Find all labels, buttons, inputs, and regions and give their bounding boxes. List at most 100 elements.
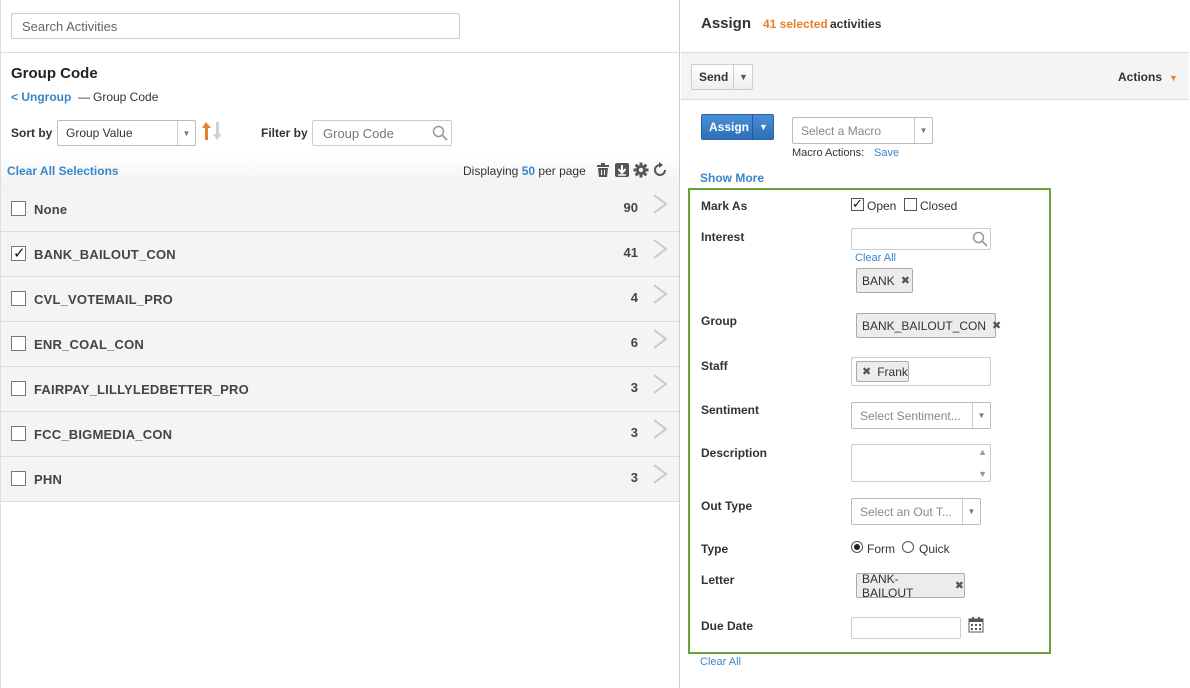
chevron-right-icon[interactable] (652, 463, 668, 485)
send-label: Send (699, 70, 729, 84)
divider (0, 52, 680, 53)
chevron-right-icon[interactable] (652, 373, 668, 395)
sentiment-placeholder: Select Sentiment... (860, 408, 961, 423)
interest-tag-label: BANK (862, 273, 895, 288)
row-checkbox[interactable] (11, 471, 26, 486)
row-checkbox[interactable]: ✓ (11, 245, 26, 262)
sort-select[interactable]: Group Value ▼ (57, 120, 196, 146)
staff-tag: ✖ Frank (856, 361, 909, 382)
close-icon[interactable]: ✖ (862, 365, 871, 378)
download-icon[interactable] (614, 162, 630, 178)
close-icon[interactable]: ✖ (901, 274, 910, 287)
group-tag: BANK_BAILOUT_CON ✖ (856, 313, 1001, 338)
row-count: 41 (623, 245, 638, 260)
assign-title: Assign (701, 15, 752, 32)
interest-input[interactable] (851, 228, 991, 250)
checkmark-icon: ✓ (13, 245, 26, 262)
row-checkbox[interactable] (11, 201, 26, 216)
row-count: 3 (630, 380, 638, 395)
description-textarea[interactable]: ▲ ▼ (851, 444, 991, 482)
chevron-down-icon[interactable]: ▼ (733, 64, 753, 90)
page-title: Group Code (11, 65, 98, 82)
pagination-info: Displaying 50 per page (463, 164, 586, 178)
due-date-label: Due Date (701, 619, 754, 633)
chevron-right-icon[interactable] (652, 193, 668, 215)
macro-save-link[interactable]: Save (874, 147, 899, 159)
open-label: Open (867, 199, 897, 213)
interest-tag: BANK ✖ (856, 268, 913, 293)
chevron-down-icon[interactable]: ▼ (752, 114, 774, 140)
filter-group-code-input[interactable] (312, 120, 452, 146)
chevron-down-icon[interactable]: ▼ (978, 469, 987, 479)
chevron-up-icon[interactable]: ▲ (978, 447, 987, 457)
chevron-right-icon[interactable] (652, 328, 668, 350)
row-label: FCC_BIGMEDIA_CON (34, 427, 173, 442)
row-count: 3 (630, 425, 638, 440)
quick-radio[interactable] (902, 541, 914, 553)
closed-checkbox[interactable] (904, 198, 917, 211)
chevron-right-icon[interactable] (652, 238, 668, 260)
list-item[interactable]: ✓ BANK_BAILOUT_CON 41 (1, 232, 679, 277)
group-list: None 90 ✓ BANK_BAILOUT_CON 41 CVL_VOTEMAIL_PR… (1, 187, 679, 502)
show-more-link[interactable]: Show More (700, 171, 764, 185)
close-icon[interactable]: ✖ (955, 579, 964, 592)
letter-label: Letter (701, 573, 735, 587)
list-item[interactable]: ENR_COAL_CON 6 (1, 322, 679, 367)
close-icon[interactable]: ✖ (992, 319, 1001, 332)
list-item[interactable]: FCC_BIGMEDIA_CON 3 (1, 412, 679, 457)
breadcrumb-separator: — (78, 90, 90, 104)
list-item[interactable]: CVL_VOTEMAIL_PRO 4 (1, 277, 679, 322)
chevron-down-icon: ▼ (914, 118, 932, 143)
chevron-down-icon: ▼ (1169, 73, 1178, 83)
row-label: BANK_BAILOUT_CON (34, 247, 176, 262)
form-radio-label: Form (867, 542, 895, 556)
filter-by-label: Filter by (261, 126, 308, 140)
staff-tag-label: Frank (877, 364, 908, 379)
row-checkbox[interactable] (11, 381, 26, 396)
row-checkbox[interactable] (11, 336, 26, 351)
breadcrumb-current: Group Code (93, 90, 159, 104)
calendar-icon[interactable] (968, 617, 984, 633)
open-checkbox[interactable]: ✓ (851, 196, 864, 211)
row-label: CVL_VOTEMAIL_PRO (34, 292, 173, 307)
chevron-down-icon: ▼ (962, 499, 980, 524)
sort-direction-icon[interactable] (200, 119, 224, 143)
clear-all-selections-link[interactable]: Clear All Selections (7, 164, 119, 178)
radio-selected-dot (854, 544, 860, 550)
chevron-right-icon[interactable] (652, 283, 668, 305)
per-page-count[interactable]: 50 (522, 164, 535, 178)
assign-button-label: Assign (709, 120, 750, 134)
list-item[interactable]: None 90 (1, 187, 679, 232)
search-activities-input[interactable] (11, 13, 460, 39)
macro-select[interactable]: Select a Macro ▼ (792, 117, 933, 144)
macro-actions-label: Macro Actions: (792, 147, 865, 159)
actions-menu[interactable]: Actions (1118, 70, 1162, 84)
gear-icon[interactable] (633, 162, 649, 178)
sentiment-select[interactable]: Select Sentiment... ▼ (851, 402, 991, 429)
form-clear-all-link[interactable]: Clear All (700, 656, 741, 668)
search-icon (432, 125, 448, 141)
chevron-down-icon: ▼ (972, 403, 990, 428)
trash-icon[interactable] (595, 162, 611, 178)
refresh-icon[interactable] (652, 162, 668, 178)
row-count: 3 (630, 470, 638, 485)
selected-suffix: activities (830, 17, 882, 31)
displaying-suffix: per page (538, 164, 586, 178)
chevron-down-icon: ▼ (177, 121, 195, 145)
displaying-prefix: Displaying (463, 164, 519, 178)
row-count: 90 (623, 200, 638, 215)
row-checkbox[interactable] (11, 291, 26, 306)
macro-select-placeholder: Select a Macro (801, 123, 882, 138)
list-item[interactable]: PHN 3 (1, 457, 679, 502)
list-item[interactable]: FAIRPAY_LILLYLEDBETTER_PRO 3 (1, 367, 679, 412)
closed-label: Closed (920, 199, 958, 213)
chevron-right-icon[interactable] (652, 418, 668, 440)
out-type-select[interactable]: Select an Out T... ▼ (851, 498, 981, 525)
due-date-input[interactable] (851, 617, 961, 639)
type-label: Type (701, 542, 729, 556)
form-radio[interactable] (851, 541, 863, 553)
row-checkbox[interactable] (11, 426, 26, 441)
ungroup-link[interactable]: < Ungroup (11, 90, 71, 104)
row-count: 6 (630, 335, 638, 350)
interest-clear-all-link[interactable]: Clear All (855, 252, 896, 264)
